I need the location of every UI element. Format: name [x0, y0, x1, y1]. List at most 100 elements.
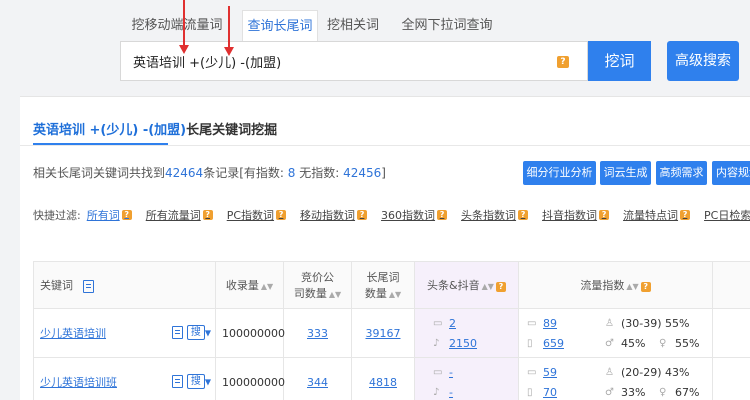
age-stat: (30-39) 55% — [621, 316, 690, 330]
copy-icon[interactable] — [171, 326, 183, 339]
douyin-row: ♪ - — [433, 382, 518, 400]
search-engine-button[interactable]: 搜 — [186, 374, 205, 389]
pc-index-value[interactable]: 89 — [543, 317, 605, 330]
filter-pc-daily[interactable]: PC日检索量词 — [704, 207, 750, 223]
header-toutiao-douyin[interactable]: 头条&抖音 ▲▼? — [414, 261, 519, 309]
header-bid-count[interactable]: 竞价公 司数量 ▲▼ — [283, 261, 352, 309]
filter-text: 移动指数词 — [300, 209, 356, 222]
filter-toutiao-index[interactable]: 头条指数词? — [461, 207, 529, 223]
content-planning-button[interactable]: 内容规划 — [712, 161, 750, 185]
summary-prefix: 相关长尾词关键词共找到 — [33, 166, 166, 180]
filter-360-index[interactable]: 360指数词? — [381, 207, 448, 223]
table-row: 少儿英语培训 搜 ▼ 100000000 333 39167 ▭ 2 ♪ 2150 ▭… — [33, 308, 750, 358]
douyin-row: ♪ 2150 — [433, 333, 518, 353]
bid-link[interactable]: 344 — [307, 376, 328, 389]
help-icon: ? — [357, 210, 368, 220]
sort-icon: ▲▼ — [481, 282, 494, 291]
header-indexed[interactable]: 收录量 ▲▼ — [215, 261, 284, 309]
female-icon: ♀ — [659, 386, 667, 398]
tab-longtail-query[interactable]: 查询长尾词 — [242, 10, 318, 42]
filter-text: PC日检索量词 — [704, 209, 750, 222]
mobile-icon: ▯ — [527, 337, 533, 349]
cell-toutiao-douyin: ▭ - ♪ - — [414, 357, 519, 400]
header-flow-index[interactable]: 流量指数 ▲▼? — [518, 261, 713, 309]
male-stat: 45% — [621, 336, 646, 350]
toutiao-value[interactable]: 2 — [449, 317, 456, 330]
search-input[interactable] — [133, 42, 553, 80]
header-toutiao-label: 头条&抖音 — [427, 279, 480, 292]
results-panel: 英语培训 +(少儿) -(加盟)长尾关键词挖掘 相关长尾词关键词共找到42464… — [20, 96, 750, 400]
flow-row-2: ▯ 70 ♂ 33% ♀ 67% — [527, 382, 712, 400]
filter-traffic-words[interactable]: 所有流量词? — [146, 207, 213, 223]
cell-toutiao-douyin: ▭ 2 ♪ 2150 — [414, 308, 519, 358]
summary-mid: 条记录[有指数: — [203, 166, 284, 180]
filter-pc-index[interactable]: PC指数词? — [227, 207, 287, 223]
table-row: 少儿英语培训班 搜 ▼ 100000000 344 4818 ▭ - ♪ - ▭ 59 … — [33, 357, 750, 400]
longtail-link[interactable]: 4818 — [369, 376, 397, 389]
tab-dropdown-words[interactable]: 全网下拉词查询 — [388, 10, 506, 42]
sort-icon: ▲▼ — [328, 290, 342, 299]
dig-button[interactable]: 挖词 — [588, 41, 651, 81]
pc-monitor-icon: ▭ — [527, 317, 537, 329]
tab-mobile-traffic-words[interactable]: 挖移动端流量词 — [112, 10, 242, 42]
cell-flow: ▭ 59 ♙ (20-29) 43% ▯ 70 ♂ 33% ♀ 67% — [518, 357, 713, 400]
summary-total: 42464 — [165, 166, 204, 180]
keyword-link[interactable]: 少儿英语培训 — [40, 327, 106, 340]
divider — [20, 145, 750, 146]
summary-without-label: 无指数: — [299, 166, 340, 180]
filter-text: 流量特点词 — [623, 209, 679, 222]
filter-douyin-index[interactable]: 抖音指数词? — [542, 207, 610, 223]
header-longtail-count[interactable]: 长尾词数量 ▲▼ — [351, 261, 415, 309]
copy-icon[interactable] — [82, 279, 94, 293]
chevron-down-icon: ▼ — [204, 328, 211, 338]
annotation-arrow — [179, 0, 189, 54]
industry-analysis-button[interactable]: 细分行业分析 — [523, 161, 596, 185]
bid-link[interactable]: 333 — [307, 327, 328, 340]
filter-traffic-feature[interactable]: 流量特点词? — [623, 207, 691, 223]
male-icon: ♂ — [605, 386, 614, 398]
cell-bid: 333 — [283, 308, 352, 358]
help-icon[interactable]: ? — [557, 56, 569, 68]
sort-icon: ▲▼ — [388, 290, 402, 299]
mobile-index-value[interactable]: 659 — [543, 337, 605, 350]
summary-end: ] — [381, 166, 386, 180]
word-cloud-button[interactable]: 词云生成 — [600, 161, 651, 185]
annotation-arrow — [224, 6, 234, 56]
longtail-link[interactable]: 39167 — [366, 327, 401, 340]
toutiao-value[interactable]: - — [449, 366, 453, 379]
keyword-link[interactable]: 少儿英语培训班 — [40, 376, 117, 389]
filter-text: 头条指数词 — [461, 209, 517, 222]
cell-extra — [712, 357, 750, 400]
pc-monitor-icon: ▭ — [527, 366, 537, 378]
help-icon: ? — [680, 210, 691, 220]
header-keyword-label: 关键词 — [40, 279, 73, 292]
douyin-icon: ♪ — [433, 386, 440, 398]
search-engine-button[interactable]: 搜 — [186, 325, 205, 340]
keyword-table: 关键词 收录量 ▲▼ 竞价公 司数量 ▲▼ 长尾词 数量 ▲▼ 头条&抖音 ▲▼? 流量指数… — [33, 261, 750, 400]
filter-mobile-index[interactable]: 移动指数词? — [300, 207, 368, 223]
help-icon: ? — [640, 282, 651, 292]
help-icon: ? — [495, 282, 506, 292]
search-mode-tabs: 挖移动端流量词 查询长尾词 挖相关词 全网下拉词查询 — [112, 10, 506, 42]
filter-all-words[interactable]: 所有词? — [87, 207, 132, 223]
mobile-index-value[interactable]: 70 — [543, 386, 605, 399]
high-demand-button[interactable]: 高频需求 — [656, 161, 707, 185]
person-icon: ♙ — [605, 317, 614, 329]
toutiao-icon: ▭ — [433, 366, 443, 378]
douyin-value[interactable]: 2150 — [449, 337, 477, 350]
female-stat: 55% — [675, 336, 700, 350]
help-icon: ? — [437, 210, 448, 220]
header-longtail-label-2: 数量 — [364, 287, 387, 300]
flow-row-2: ▯ 659 ♂ 45% ♀ 55% — [527, 333, 712, 353]
header-longtail-label-1: 长尾词 — [366, 271, 400, 284]
tab-related-words[interactable]: 挖相关词 — [318, 10, 388, 42]
copy-icon[interactable] — [171, 375, 183, 388]
cell-longtail: 39167 — [351, 308, 415, 358]
header-bid-label-1: 竞价公 — [301, 271, 334, 284]
cell-indexed: 100000000 — [215, 308, 285, 358]
pc-index-value[interactable]: 59 — [543, 366, 605, 379]
row-tools: 搜 ▼ — [171, 325, 211, 340]
quick-filters: 快捷过滤: 所有词? 所有流量词? PC指数词? 移动指数词? 360指数词? … — [33, 207, 750, 223]
douyin-value[interactable]: - — [449, 386, 453, 399]
advanced-search-button[interactable]: 高级搜索 — [667, 41, 739, 81]
